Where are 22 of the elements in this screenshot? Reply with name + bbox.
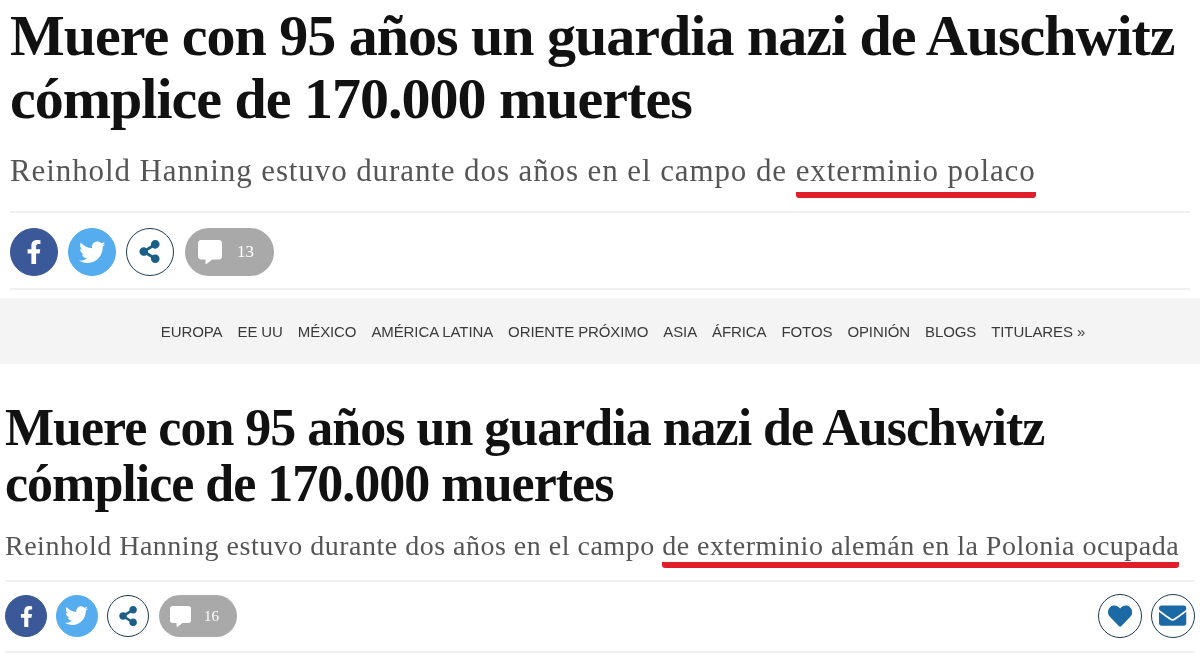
speech-bubble-icon — [198, 240, 222, 264]
nav-link[interactable]: TITULARES » — [991, 322, 1086, 340]
nav-link[interactable]: OPINIÓN — [847, 322, 911, 340]
subtitle: Reinhold Hanning estuvo durante dos años en el campo de exterminio alemán en la Polonia ocupada — [5, 530, 1180, 568]
nav-link[interactable]: EE UU — [237, 322, 283, 340]
nav-link[interactable]: FOTOS — [781, 322, 833, 340]
mail-icon[interactable] — [1151, 594, 1195, 638]
nav-link[interactable]: AMÉRICA LATINA — [371, 322, 494, 340]
nav-link[interactable]: EUROPA — [160, 322, 223, 340]
facebook-icon[interactable] — [10, 228, 58, 276]
nav-link[interactable]: BLOGS — [925, 322, 977, 340]
headline: Muere con 95 años un guardia nazi de Auschwitz cómplice de 170.000 muertes — [10, 4, 1176, 130]
subtitle: Reinhold Hanning estuvo durante dos años en el campo de exterminio polaco — [10, 153, 1036, 198]
nav-link[interactable]: ORIENTE PRÓXIMO — [508, 322, 649, 340]
nav-link[interactable]: ASIA — [663, 322, 698, 340]
nav-link[interactable]: ÁFRICA — [712, 322, 767, 340]
nav-link[interactable]: MÉXICO — [297, 322, 357, 340]
share-icon[interactable] — [107, 595, 149, 637]
headline: Muere con 95 años un guardia nazi de Auschwitz cómplice de 170.000 muertes — [5, 400, 1046, 512]
speech-bubble-icon — [170, 605, 191, 627]
facebook-icon[interactable] — [5, 595, 47, 637]
share-icon[interactable] — [126, 228, 174, 276]
